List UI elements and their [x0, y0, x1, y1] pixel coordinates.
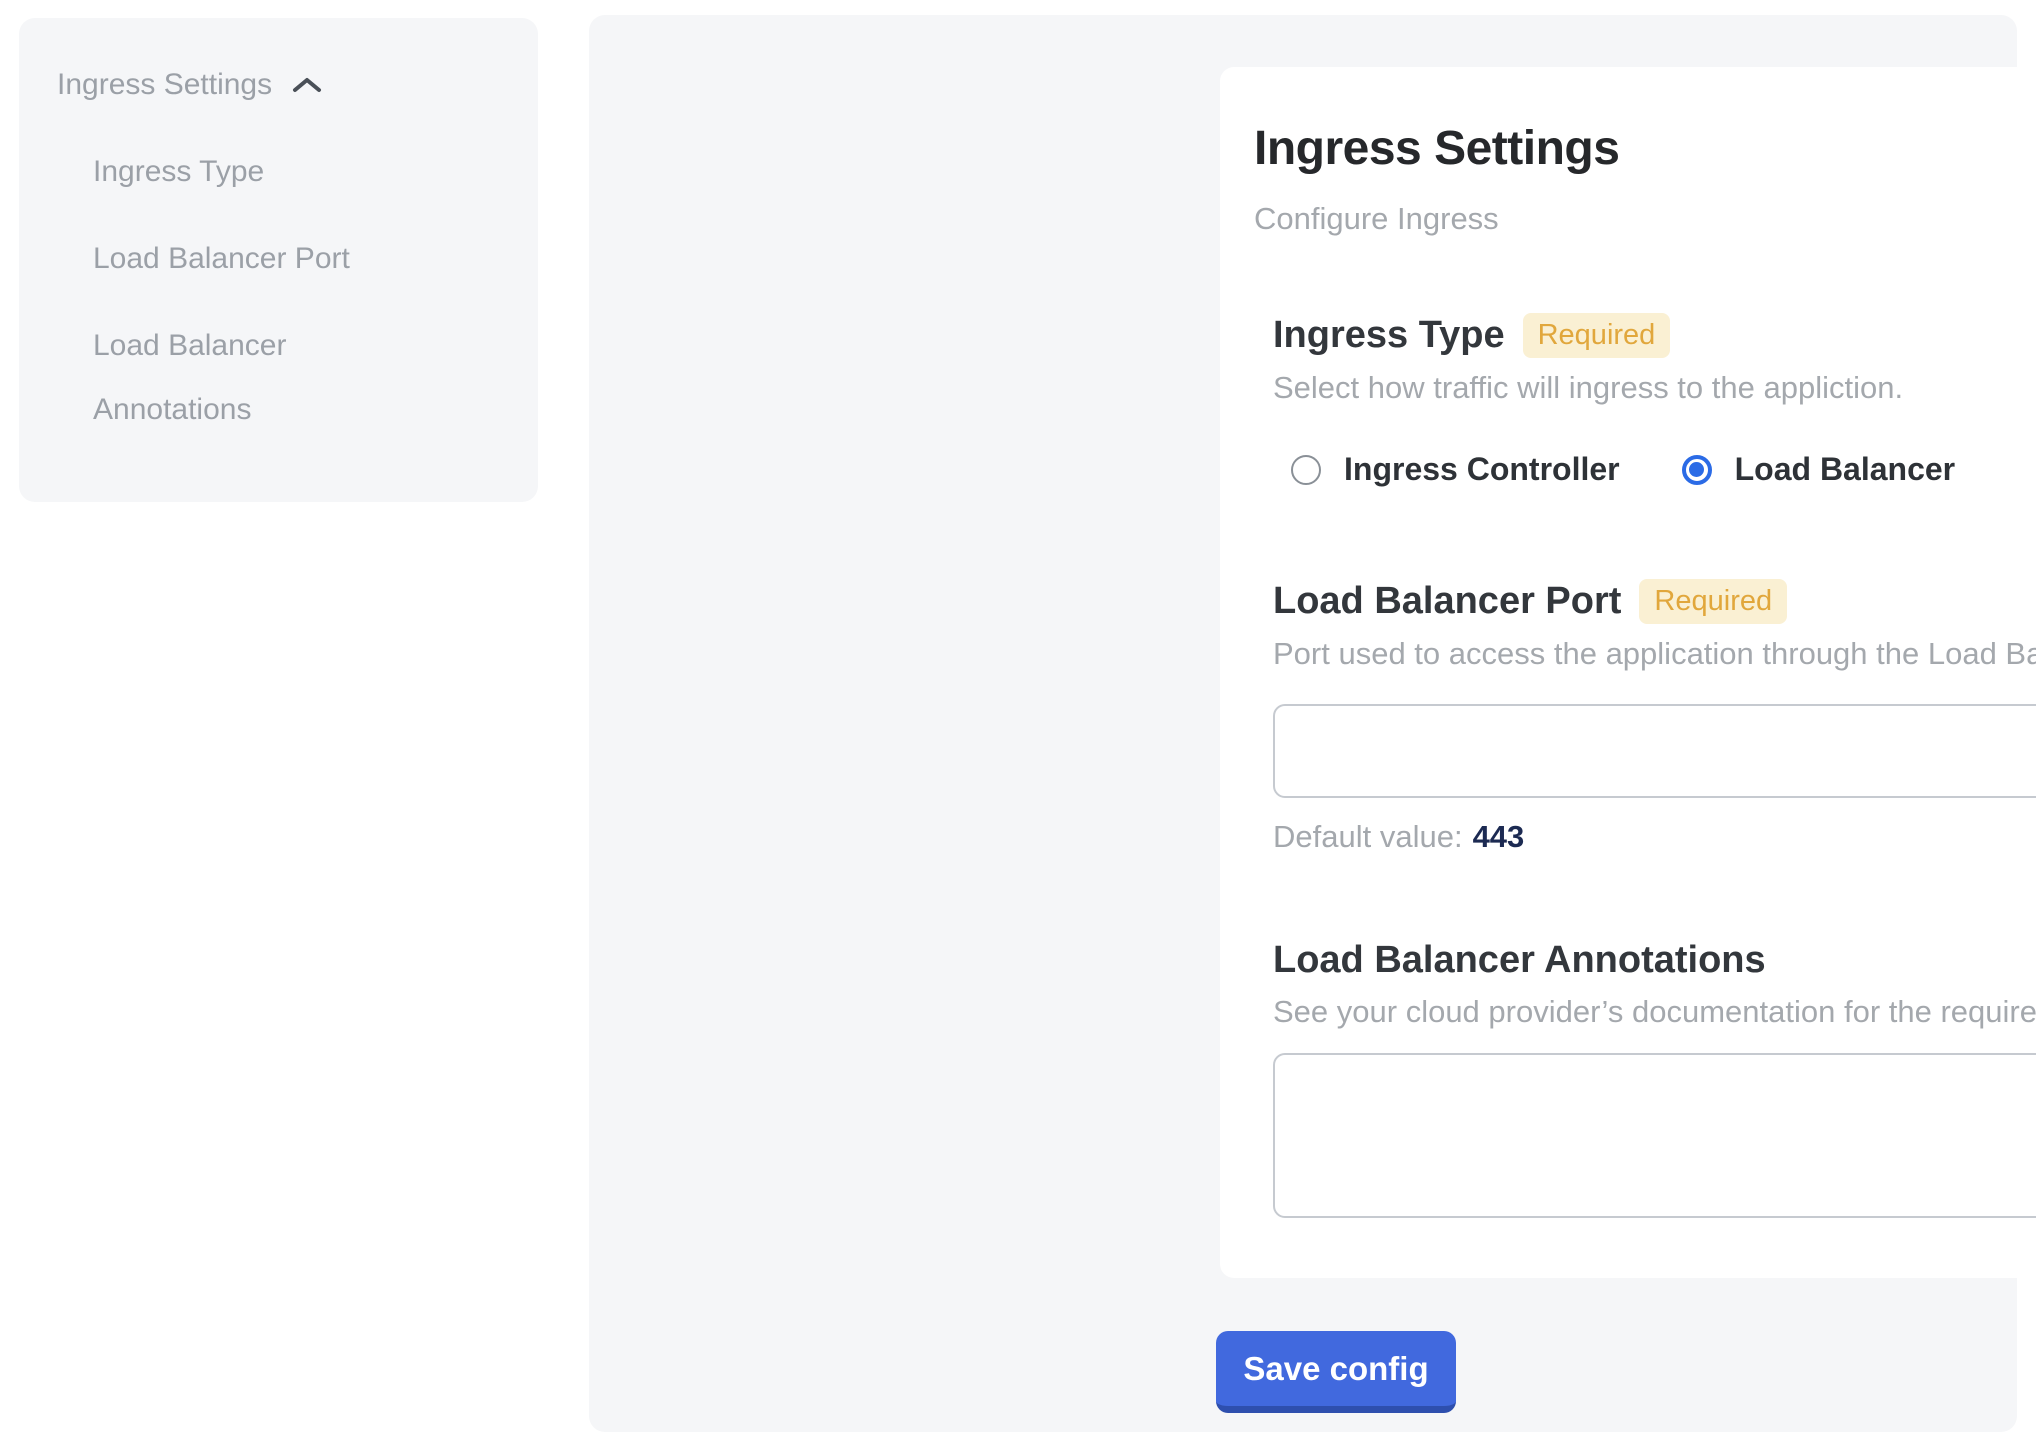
required-badge: Required [1639, 579, 1787, 624]
radio-dot [1689, 462, 1704, 477]
field-ingress-type-header: Ingress Type Required [1273, 313, 2036, 358]
page-title: Ingress Settings [1254, 121, 1619, 176]
sidebar-section-ingress-settings[interactable]: Ingress Settings [57, 68, 322, 102]
field-label: Load Balancer Annotations [1273, 939, 1766, 982]
radio-option-ingress-controller[interactable]: Ingress Controller [1291, 451, 1620, 488]
ingress-settings-card: Ingress Settings Configure Ingress Ingre… [1220, 67, 2036, 1278]
radio-checked-icon[interactable] [1682, 455, 1712, 485]
page-subtitle: Configure Ingress [1254, 201, 1499, 237]
sidebar-item-load-balancer-port[interactable]: Load Balancer Port [93, 227, 403, 291]
radio-option-label: Ingress Controller [1344, 451, 1620, 488]
field-label: Ingress Type [1273, 314, 1505, 357]
field-description: See your cloud provider’s documentation … [1273, 994, 2036, 1030]
field-load-balancer-port: Load Balancer Port Required Port used to… [1273, 579, 2036, 672]
field-description: Port used to access the application thro… [1273, 636, 2036, 672]
default-value: 443 [1473, 819, 1525, 854]
chevron-up-icon[interactable] [292, 76, 322, 94]
sidebar-item-ingress-type[interactable]: Ingress Type [93, 140, 403, 204]
radio-unchecked-icon[interactable] [1291, 455, 1321, 485]
ingress-type-radio-group: Ingress Controller Load Balancer [1273, 451, 1955, 488]
load-balancer-annotations-textarea[interactable] [1273, 1053, 2036, 1218]
field-load-balancer-annotations-header: Load Balancer Annotations [1273, 939, 2036, 982]
field-load-balancer-port-header: Load Balancer Port Required [1273, 579, 2036, 624]
radio-option-label: Load Balancer [1735, 451, 1956, 488]
field-load-balancer-annotations: Load Balancer Annotations See your cloud… [1273, 939, 2036, 1030]
field-label: Load Balancer Port [1273, 580, 1621, 623]
default-value-row: Default value: 443 [1273, 819, 1524, 855]
field-description: Select how traffic will ingress to the a… [1273, 370, 2036, 406]
save-config-button[interactable]: Save config [1216, 1331, 1456, 1413]
required-badge: Required [1523, 313, 1671, 358]
ingress-settings-screen: Ingress Settings Ingress Type Load Balan… [0, 0, 2036, 1452]
radio-option-load-balancer[interactable]: Load Balancer [1682, 451, 1956, 488]
main-panel: Ingress Settings Configure Ingress Ingre… [589, 15, 2017, 1432]
default-value-label: Default value: [1273, 819, 1463, 854]
settings-sidebar: Ingress Settings Ingress Type Load Balan… [19, 18, 538, 502]
field-ingress-type: Ingress Type Required Select how traffic… [1273, 313, 2036, 406]
sidebar-section-label: Ingress Settings [57, 68, 272, 102]
sidebar-item-load-balancer-annotations[interactable]: Load Balancer Annotations [93, 314, 403, 442]
load-balancer-port-input[interactable] [1273, 704, 2036, 798]
